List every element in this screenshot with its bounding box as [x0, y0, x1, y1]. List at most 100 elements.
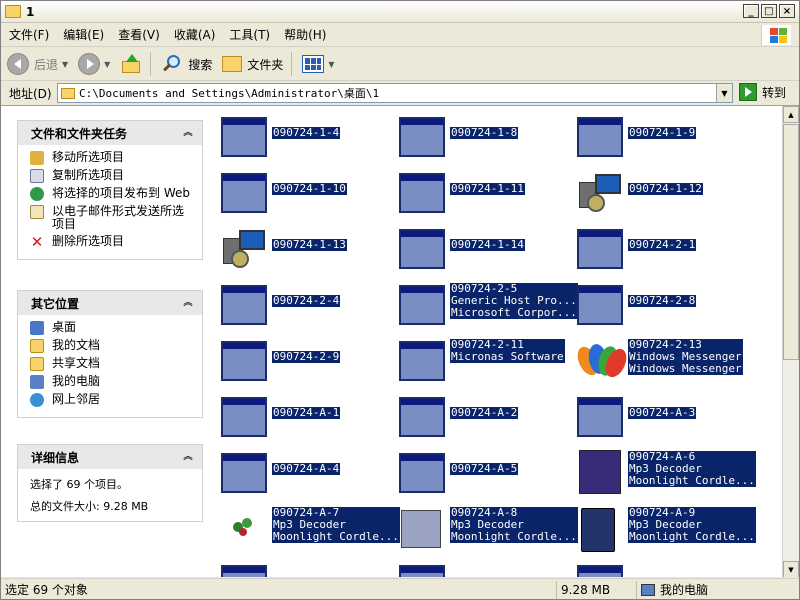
menu-favorites[interactable]: 收藏(A) [168, 26, 222, 43]
place-desktop[interactable]: 桌面 [30, 321, 194, 335]
file-item[interactable]: 090724-A-7 Mp3 Decoder Moonlight Cordle... [219, 506, 400, 554]
toolbar-divider [291, 52, 293, 76]
details-body: 选择了 69 个项目。 总的文件大小: 9.28 MB [18, 469, 202, 521]
minimize-button[interactable]: _ [743, 4, 759, 18]
task-label: 复制所选项目 [52, 168, 125, 182]
chevron-down-icon[interactable]: ▼ [62, 60, 68, 69]
title-bar[interactable]: 1 _ □ × [1, 1, 799, 23]
task-move[interactable]: 移动所选项目 [30, 151, 194, 165]
toolbar-divider [150, 52, 152, 76]
file-name: 090724-A-5 [451, 462, 518, 475]
file-icon [397, 394, 445, 440]
messenger-butterfly-icon [573, 342, 631, 381]
app-window-icon [577, 229, 623, 269]
file-label: 090724-A-7 Mp3 Decoder Moonlight Cordle... [272, 507, 400, 543]
file-item[interactable]: 090724-2-1 [575, 226, 751, 274]
collapse-chevron-icon[interactable]: ︽ [182, 297, 194, 309]
file-name: 090724-2-9 [273, 350, 340, 363]
menu-bar: 文件(F) 编辑(E) 查看(V) 收藏(A) 工具(T) 帮助(H) [1, 23, 799, 47]
place-shared-documents[interactable]: 共享文档 [30, 357, 194, 371]
network-icon [30, 393, 44, 407]
file-item[interactable]: 090724-1-9 [575, 114, 751, 162]
file-item[interactable]: 090724-2-13 Windows Messenger Windows Mess… [573, 338, 751, 386]
address-field[interactable]: ▼ [57, 83, 733, 103]
menu-tools[interactable]: 工具(T) [223, 26, 276, 43]
file-item[interactable]: 090724-2-8 [575, 282, 751, 330]
vertical-scrollbar[interactable]: ▲ ▼ [782, 106, 799, 577]
file-icon [219, 170, 267, 216]
menu-help[interactable]: 帮助(H) [278, 26, 332, 43]
scroll-up-button[interactable]: ▲ [783, 106, 799, 123]
file-item[interactable]: 090724-2-5 Generic Host Pro... Microsoft C… [397, 282, 578, 330]
file-label: 090724-2-13 Windows Messenger Windows Mess… [628, 339, 743, 375]
setup-icon [223, 228, 265, 270]
scroll-thumb[interactable] [783, 124, 799, 360]
menu-edit[interactable]: 编辑(E) [57, 26, 110, 43]
panel-header[interactable]: 文件和文件夹任务 ︽ [18, 121, 202, 145]
file-name: 090724-A-1 [273, 406, 340, 419]
file-item[interactable]: 090724-2-4 [219, 282, 395, 330]
file-item[interactable]: 090724-2-11 Micronas Software [397, 338, 573, 386]
file-item[interactable]: 090724-A-4 [219, 450, 395, 498]
file-item[interactable]: 090724-1-13 [219, 226, 395, 274]
file-item[interactable]: 090724-A-6 Mp3 Decoder Moonlight Cordle... [575, 450, 756, 498]
file-item[interactable]: 090724-A-8 Mp3 Decoder Moonlight Cordle... [397, 506, 578, 554]
back-button[interactable]: 后退 ▼ [3, 50, 72, 78]
place-network[interactable]: 网上邻居 [30, 393, 194, 407]
place-my-documents[interactable]: 我的文档 [30, 339, 194, 353]
maximize-button[interactable]: □ [761, 4, 777, 18]
file-item[interactable]: 090724-1-12 [575, 170, 751, 218]
file-icon [397, 338, 445, 384]
up-button[interactable] [116, 50, 146, 78]
chevron-down-icon[interactable]: ▼ [104, 60, 110, 69]
file-item[interactable]: 090724-A-2 [397, 394, 573, 442]
file-name: 090724-2-4 [273, 294, 340, 307]
file-item[interactable]: 090724-1-14 [397, 226, 573, 274]
file-item[interactable]: 090724-A-5 [397, 450, 573, 498]
file-item[interactable]: 090724-1-11 [397, 170, 573, 218]
go-button[interactable]: 转到 [739, 83, 786, 101]
file-icon [397, 450, 445, 496]
file-label: 090724-2-1 [628, 239, 697, 251]
panel-header[interactable]: 详细信息 ︽ [18, 445, 202, 469]
file-label: 090724-A-9 Mp3 Decoder Moonlight Cordle... [628, 507, 756, 543]
folder-icon [30, 357, 44, 371]
file-item[interactable]: 090724-1-10 [219, 170, 395, 218]
software-box-icon [401, 510, 441, 548]
file-label: 090724-2-8 [628, 295, 697, 307]
file-item[interactable]: 090724-1-8 [397, 114, 573, 162]
views-button[interactable]: ▼ [298, 50, 338, 78]
collapse-chevron-icon[interactable]: ︽ [182, 127, 194, 139]
file-description: Micronas Software [451, 350, 564, 363]
scroll-down-button[interactable]: ▼ [783, 561, 799, 577]
panel-title: 详细信息 [31, 450, 80, 465]
menu-file[interactable]: 文件(F) [3, 26, 55, 43]
place-my-computer[interactable]: 我的电脑 [30, 375, 194, 389]
file-item[interactable]: 090724-2-9 [219, 338, 395, 386]
close-button[interactable]: × [779, 4, 795, 18]
file-item[interactable]: 090724-A-1 [219, 394, 395, 442]
book-icon [581, 508, 615, 552]
folders-button[interactable]: 文件夹 [218, 50, 287, 78]
task-delete[interactable]: ✕ 删除所选项目 [30, 235, 194, 250]
file-item[interactable]: 090724-A-9 Mp3 Decoder Moonlight Cordle... [575, 506, 756, 554]
file-item[interactable]: 090724-A-3 [575, 394, 751, 442]
chevron-down-icon[interactable]: ▼ [328, 60, 334, 69]
file-item-partial[interactable] [219, 562, 395, 577]
task-email[interactable]: 以电子邮件形式发送所选项目 [30, 205, 194, 231]
file-item-partial[interactable] [575, 562, 751, 577]
file-item-partial[interactable] [397, 562, 573, 577]
address-bar: 地址(D) ▼ 转到 [1, 82, 799, 104]
task-publish-web[interactable]: 将选择的项目发布到 Web [30, 187, 194, 201]
panel-header[interactable]: 其它位置 ︽ [18, 291, 202, 315]
address-dropdown-button[interactable]: ▼ [716, 84, 732, 102]
computer-icon [30, 375, 44, 389]
task-copy[interactable]: 复制所选项目 [30, 169, 194, 183]
file-label: 090724-A-8 Mp3 Decoder Moonlight Cordle... [450, 507, 578, 543]
menu-view[interactable]: 查看(V) [112, 26, 166, 43]
forward-button[interactable]: ▼ [74, 50, 114, 78]
collapse-chevron-icon[interactable]: ︽ [182, 451, 194, 463]
file-item[interactable]: 090724-1-4 [219, 114, 395, 162]
search-button[interactable]: 搜索 [157, 50, 216, 78]
address-input[interactable] [79, 86, 699, 100]
